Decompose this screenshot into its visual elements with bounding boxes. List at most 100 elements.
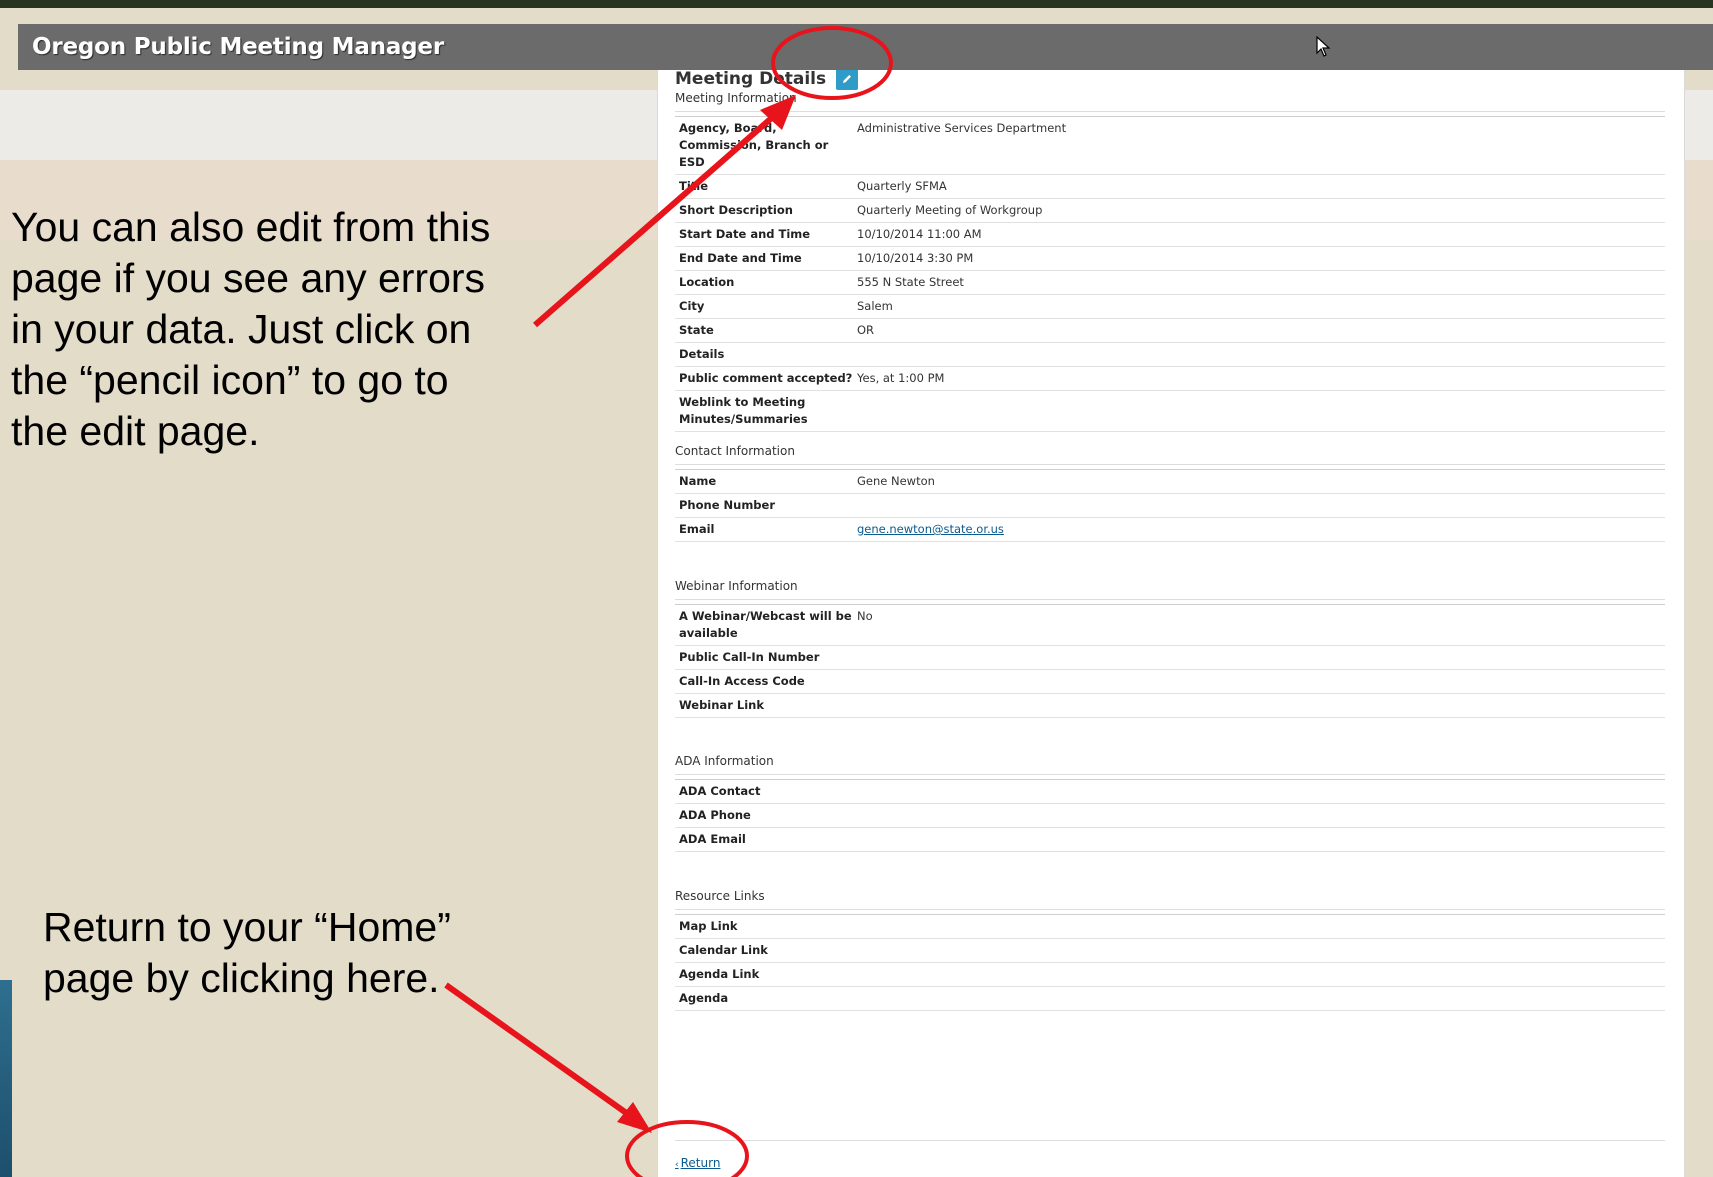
return-link-label: Return bbox=[680, 1156, 721, 1170]
table-row: Details bbox=[675, 343, 1665, 367]
row-label: Agenda bbox=[679, 991, 729, 1005]
table-row: Location 555 N State Street bbox=[675, 271, 1665, 295]
table-row: Email gene.newton@state.or.us bbox=[675, 518, 1665, 542]
row-value bbox=[857, 346, 1665, 363]
table-row: Start Date and Time 10/10/2014 11:00 AM bbox=[675, 223, 1665, 247]
row-label: Phone Number bbox=[679, 498, 776, 512]
app-title: Oregon Public Meeting Manager bbox=[32, 34, 444, 60]
table-row: Calendar Link bbox=[675, 939, 1665, 963]
table-row: ADA Contact bbox=[675, 780, 1665, 804]
return-instruction-annotation: Return to your “Home” page by clicking h… bbox=[43, 902, 603, 1004]
row-value bbox=[857, 783, 1665, 800]
row-value bbox=[857, 918, 1665, 935]
contact-information-section: Contact Information Name Gene Newton Phone… bbox=[675, 441, 1665, 542]
row-label: Public comment accepted? bbox=[679, 371, 853, 385]
row-label: ADA Contact bbox=[679, 784, 761, 798]
footer-divider bbox=[675, 1140, 1665, 1141]
resource-links-section: Resource Links Map Link Calendar Link Agen… bbox=[675, 886, 1665, 1011]
row-value: Yes, at 1:00 PM bbox=[857, 371, 945, 385]
row-label: Calendar Link bbox=[679, 943, 768, 957]
row-value bbox=[857, 990, 1665, 1007]
row-label: Webinar Link bbox=[679, 698, 764, 712]
table-row: Agenda bbox=[675, 987, 1665, 1011]
row-label: Title bbox=[679, 179, 709, 193]
table-row: Public Call-In Number bbox=[675, 646, 1665, 670]
table-row: Public comment accepted? Yes, at 1:00 PM bbox=[675, 367, 1665, 391]
details-table: A Webinar/Webcast will be available No Pub… bbox=[675, 605, 1665, 718]
annotation-line: You can also edit from this bbox=[11, 204, 491, 250]
pencil-icon bbox=[843, 75, 852, 83]
edit-button[interactable] bbox=[836, 68, 859, 90]
arrowhead-icon bbox=[617, 1102, 652, 1133]
chevron-left-icon: ‹ bbox=[675, 1160, 679, 1170]
row-value: Gene Newton bbox=[857, 474, 935, 488]
row-value bbox=[857, 649, 1665, 666]
app-title-bar: Oregon Public Meeting Manager bbox=[18, 24, 1713, 70]
row-label: Agency, Board, Commission, Branch or ESD bbox=[679, 121, 829, 169]
table-row: Agenda Link bbox=[675, 963, 1665, 987]
details-table: ADA Contact ADA Phone ADA Email bbox=[675, 780, 1665, 852]
table-row: State OR bbox=[675, 319, 1665, 343]
table-row: Map Link bbox=[675, 915, 1665, 939]
annotation-line: page by clicking here. bbox=[43, 955, 440, 1001]
row-value bbox=[857, 497, 1665, 514]
row-label: State bbox=[679, 323, 714, 337]
return-link[interactable]: ‹ Return bbox=[675, 1156, 720, 1170]
row-value: OR bbox=[857, 323, 875, 337]
row-value bbox=[857, 942, 1665, 959]
annotation-line: page if you see any errors bbox=[11, 255, 486, 301]
row-label: Map Link bbox=[679, 919, 738, 933]
row-label: Weblink to Meeting Minutes/Summaries bbox=[679, 395, 808, 426]
row-label: Agenda Link bbox=[679, 967, 760, 981]
row-label: Email bbox=[679, 522, 715, 536]
webinar-information-section: Webinar Information A Webinar/Webcast wi… bbox=[675, 576, 1665, 718]
row-label: Details bbox=[679, 347, 725, 361]
row-label: Name bbox=[679, 474, 717, 488]
row-value: Quarterly SFMA bbox=[857, 179, 947, 193]
row-value bbox=[857, 697, 1665, 714]
slide-edge-decoration bbox=[0, 980, 12, 1177]
mouse-cursor-icon bbox=[1316, 36, 1331, 57]
section-title: Webinar Information bbox=[675, 576, 1665, 600]
table-row: Name Gene Newton bbox=[675, 470, 1665, 494]
table-row: Short Description Quarterly Meeting of Wo… bbox=[675, 199, 1665, 223]
meeting-details-panel: Meeting Details Meeting Information Agen… bbox=[657, 60, 1685, 1177]
row-label: End Date and Time bbox=[679, 251, 802, 265]
row-value: Administrative Services Department bbox=[857, 121, 1067, 135]
table-row: End Date and Time 10/10/2014 3:30 PM bbox=[675, 247, 1665, 271]
edit-instruction-annotation: You can also edit from this page if you … bbox=[11, 202, 571, 457]
row-value: 10/10/2014 3:30 PM bbox=[857, 251, 974, 265]
row-value: Quarterly Meeting of Workgroup bbox=[857, 203, 1043, 217]
table-row: Weblink to Meeting Minutes/Summaries bbox=[675, 391, 1665, 432]
row-value bbox=[857, 831, 1665, 848]
annotation-line: the edit page. bbox=[11, 408, 260, 454]
meeting-information-section: Meeting Information Agency, Board, Commi… bbox=[675, 88, 1665, 432]
row-label: ADA Email bbox=[679, 832, 746, 846]
annotation-line: Return to your “Home” bbox=[43, 904, 451, 950]
email-link[interactable]: gene.newton@state.or.us bbox=[857, 521, 1665, 538]
page-title: Meeting Details bbox=[675, 69, 827, 89]
row-label: Call-In Access Code bbox=[679, 674, 805, 688]
row-label: Start Date and Time bbox=[679, 227, 811, 241]
row-value: 10/10/2014 11:00 AM bbox=[857, 227, 982, 241]
row-value: 555 N State Street bbox=[857, 275, 964, 289]
row-value bbox=[857, 966, 1665, 983]
section-title: ADA Information bbox=[675, 751, 1665, 775]
annotation-line: in your data. Just click on bbox=[11, 306, 472, 352]
table-row: ADA Phone bbox=[675, 804, 1665, 828]
row-label: A Webinar/Webcast will be available bbox=[679, 609, 852, 640]
row-label: Location bbox=[679, 275, 735, 289]
details-table: Agency, Board, Commission, Branch or ESD… bbox=[675, 117, 1665, 432]
table-row: Agency, Board, Commission, Branch or ESD… bbox=[675, 117, 1665, 175]
details-table: Name Gene Newton Phone Number Email gene.new… bbox=[675, 470, 1665, 542]
ada-information-section: ADA Information ADA Contact ADA Phone ADA … bbox=[675, 751, 1665, 852]
row-label: Short Description bbox=[679, 203, 793, 217]
annotation-line: the “pencil icon” to go to bbox=[11, 357, 449, 403]
top-dark-strip bbox=[0, 0, 1713, 8]
row-value bbox=[857, 394, 1665, 428]
row-label: Public Call-In Number bbox=[679, 650, 820, 664]
section-title: Resource Links bbox=[675, 886, 1665, 910]
row-label: ADA Phone bbox=[679, 808, 751, 822]
table-row: City Salem bbox=[675, 295, 1665, 319]
row-value bbox=[857, 807, 1665, 824]
